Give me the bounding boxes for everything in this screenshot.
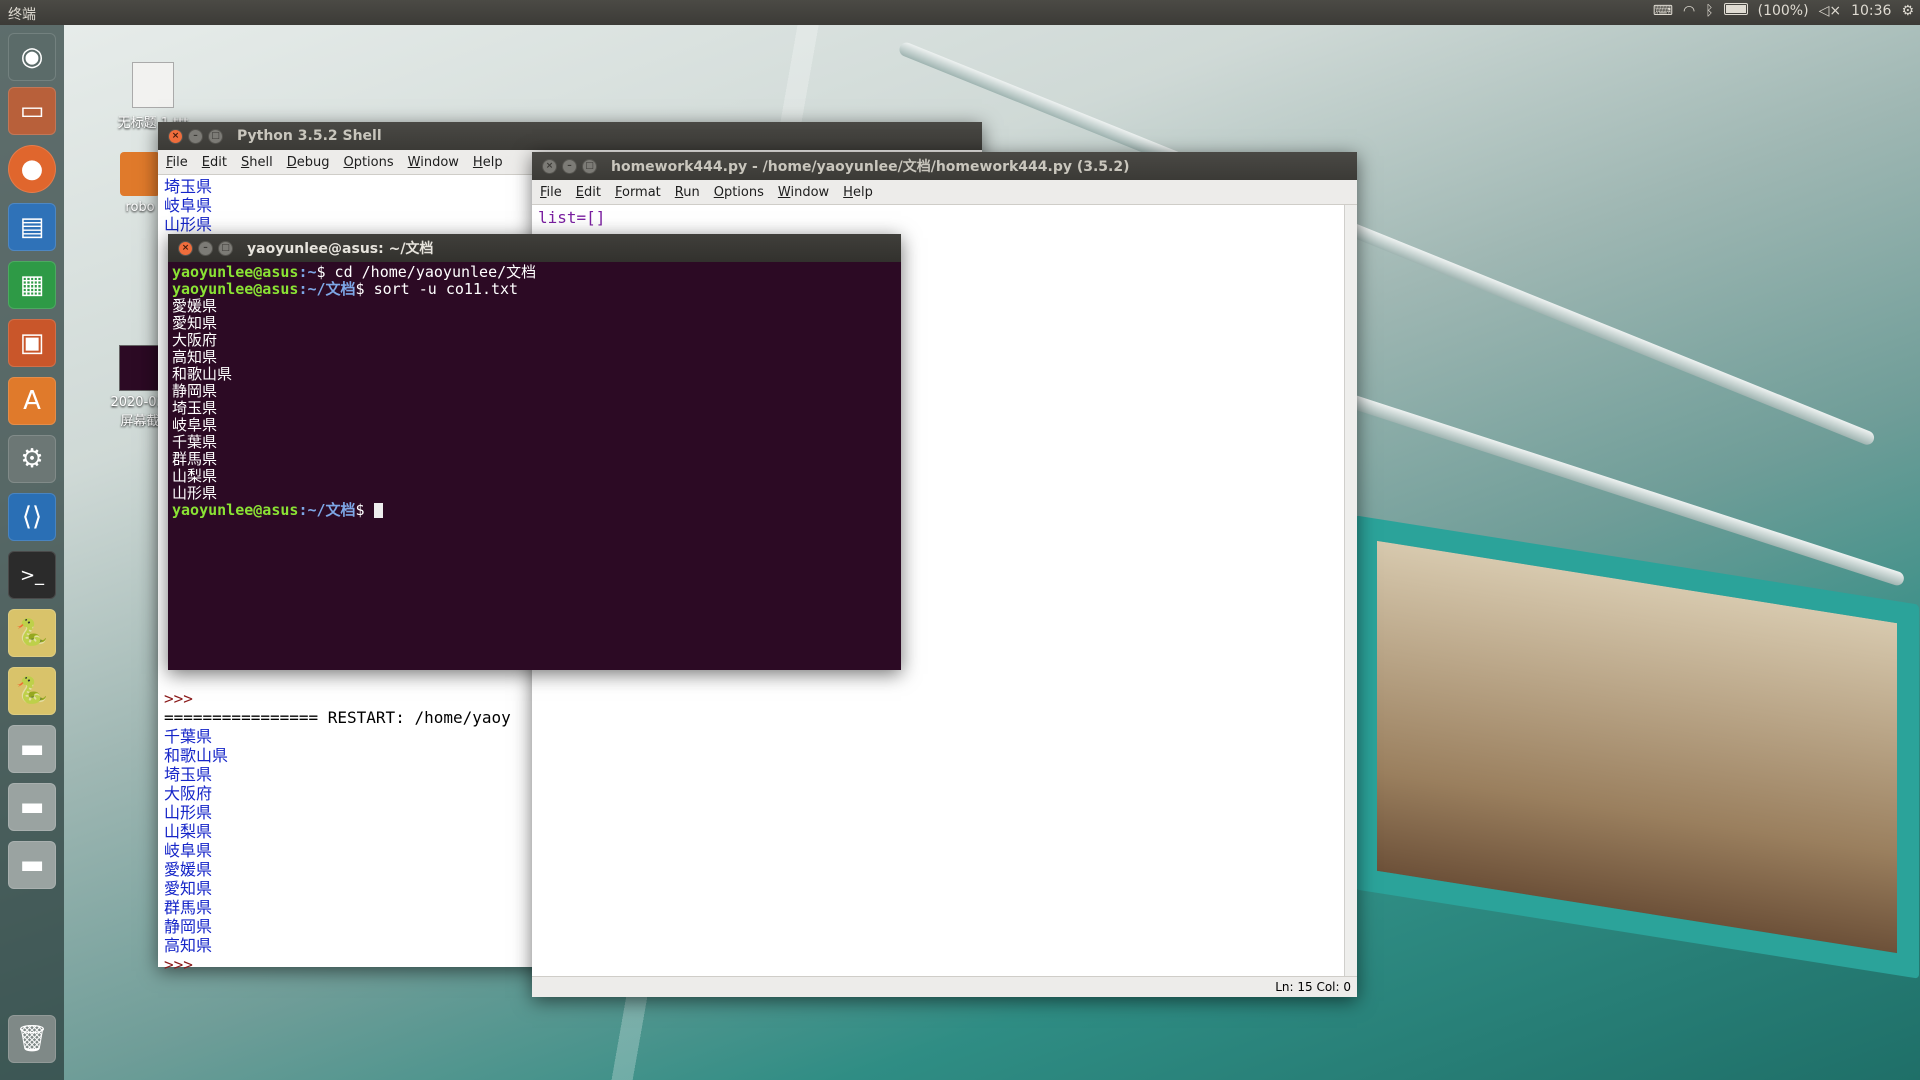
python-shell-titlebar[interactable]: × – □ Python 3.5.2 Shell [158, 122, 982, 150]
terminal-output-line: 山形県 [172, 484, 218, 502]
terminal-command-line: yaoyunlee@asus:~$ cd /home/yaoyunlee/文档 [172, 263, 537, 281]
drive-icon[interactable]: ▬ [8, 841, 56, 889]
terminal-titlebar[interactable]: × – □ yaoyunlee@asus: ~/文档 [168, 234, 901, 262]
maximize-icon[interactable]: □ [218, 240, 233, 256]
menu-help[interactable]: Help [473, 155, 503, 170]
close-icon[interactable]: × [542, 158, 557, 174]
minimize-icon[interactable]: – [562, 158, 577, 174]
menu-options[interactable]: Options [343, 155, 393, 170]
close-icon[interactable]: × [168, 128, 183, 144]
battery-icon[interactable] [1723, 3, 1748, 19]
terminal-icon[interactable]: >_ [8, 551, 56, 599]
menu-shell[interactable]: Shell [241, 155, 273, 170]
editor-titlebar[interactable]: × – □ homework444.py - /home/yaoyunlee/文… [532, 152, 1357, 180]
files-icon[interactable]: ▭ [8, 87, 56, 135]
terminal-output-line: 愛媛県 [172, 297, 218, 315]
menu-edit[interactable]: Edit [576, 185, 601, 200]
drive-icon[interactable]: ▬ [8, 725, 56, 773]
window-title: Python 3.5.2 Shell [237, 128, 382, 144]
terminal-output-line: 静岡県 [172, 382, 218, 400]
menu-edit[interactable]: Edit [202, 155, 227, 170]
minimize-icon[interactable]: – [188, 128, 203, 144]
ubuntu-dash-icon[interactable]: ◉ [8, 33, 56, 81]
top-panel: 终端 ⌨ ◠ ᛒ (100%) ◁× 10:36 ⚙ [0, 0, 1920, 25]
menu-run[interactable]: Run [675, 185, 700, 200]
volume-muted-icon[interactable]: ◁× [1819, 3, 1842, 19]
maximize-icon[interactable]: □ [208, 128, 223, 144]
editor-scrollbar[interactable] [1344, 205, 1357, 977]
vscode-icon[interactable]: ⟨⟩ [8, 493, 56, 541]
settings-gear-icon[interactable]: ⚙ [1901, 3, 1914, 19]
firefox-icon[interactable]: ● [8, 145, 56, 193]
idle-python-icon[interactable]: 🐍 [8, 667, 56, 715]
terminal-output-line: 山梨県 [172, 467, 218, 485]
terminal-output-line: 埼玉県 [172, 399, 218, 417]
editor-menubar: File Edit Format Run Options Window Help [532, 180, 1357, 205]
terminal-window[interactable]: × – □ yaoyunlee@asus: ~/文档 yaoyunlee@asu… [168, 234, 901, 670]
menu-file[interactable]: File [166, 155, 188, 170]
terminal-output-line: 高知県 [172, 348, 218, 366]
desktop-file-icon[interactable]: 无标题 1.ttt [108, 62, 198, 131]
system-settings-icon[interactable]: ⚙ [8, 435, 56, 483]
code-editor[interactable]: list=[] [532, 205, 1357, 230]
menu-file[interactable]: File [540, 185, 562, 200]
calc-icon[interactable]: ▦ [8, 261, 56, 309]
keyboard-icon[interactable]: ⌨ [1653, 3, 1673, 19]
bluetooth-icon[interactable]: ᛒ [1705, 3, 1713, 19]
maximize-icon[interactable]: □ [582, 158, 597, 174]
menu-window[interactable]: Window [778, 185, 829, 200]
terminal-output-line: 群馬県 [172, 450, 218, 468]
active-app-title: 终端 [8, 7, 36, 23]
menu-help[interactable]: Help [843, 185, 873, 200]
terminal-cursor [373, 503, 383, 518]
terminal-content[interactable]: yaoyunlee@asus:~$ cd /home/yaoyunlee/文档 … [168, 262, 901, 521]
menu-options[interactable]: Options [714, 185, 764, 200]
impress-icon[interactable]: ▣ [8, 319, 56, 367]
code-line: list=[] [538, 208, 606, 227]
battery-percentage: (100%) [1757, 3, 1809, 19]
drive-icon[interactable]: ▬ [8, 783, 56, 831]
close-icon[interactable]: × [178, 240, 193, 256]
terminal-output-line: 大阪府 [172, 331, 218, 349]
wifi-icon[interactable]: ◠ [1683, 3, 1695, 19]
clock[interactable]: 10:36 [1851, 3, 1891, 19]
writer-icon[interactable]: ▤ [8, 203, 56, 251]
terminal-command-line: yaoyunlee@asus:~/文档$ sort -u co11.txt [172, 280, 519, 298]
minimize-icon[interactable]: – [198, 240, 213, 256]
software-center-icon[interactable]: A [8, 377, 56, 425]
terminal-output-line: 愛知県 [172, 314, 218, 332]
launcher: ◉ ▭ ● ▤ ▦ ▣ A ⚙ ⟨⟩ >_ 🐍 🐍 ▬ ▬ ▬ 🗑 [0, 25, 64, 1080]
menu-window[interactable]: Window [408, 155, 459, 170]
terminal-output-line: 岐阜県 [172, 416, 218, 434]
editor-statusbar: Ln: 15 Col: 0 [532, 976, 1357, 997]
terminal-command-line: yaoyunlee@asus:~/文档$ [172, 502, 897, 519]
menu-debug[interactable]: Debug [287, 155, 330, 170]
terminal-output-line: 和歌山県 [172, 365, 233, 383]
idle-python-icon[interactable]: 🐍 [8, 609, 56, 657]
menu-format[interactable]: Format [615, 185, 661, 200]
window-title: homework444.py - /home/yaoyunlee/文档/home… [611, 159, 1130, 175]
window-title: yaoyunlee@asus: ~/文档 [247, 241, 434, 257]
trash-icon[interactable]: 🗑 [8, 1015, 56, 1063]
terminal-output-line: 千葉県 [172, 433, 218, 451]
